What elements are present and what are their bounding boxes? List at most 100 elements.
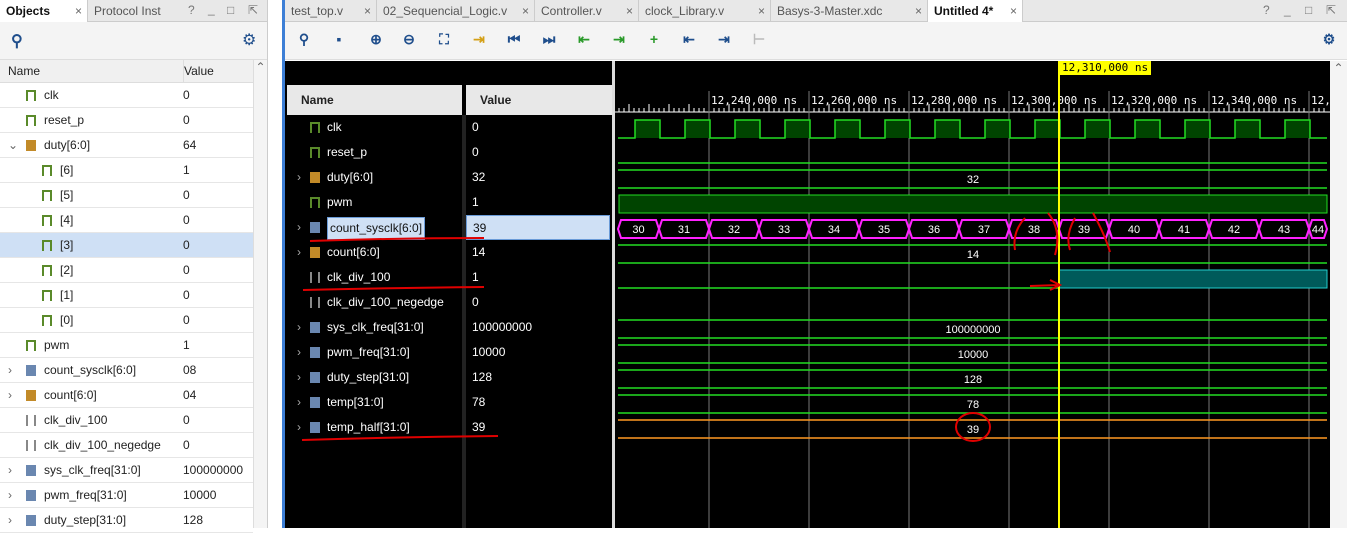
next-transition-icon[interactable]: ⇥: [610, 30, 628, 48]
previous-marker-icon[interactable]: ⇤: [680, 30, 698, 48]
expand-icon[interactable]: ›: [297, 415, 301, 440]
maximize-icon[interactable]: □: [227, 3, 234, 17]
counter-value: 36: [928, 224, 940, 236]
object-row[interactable]: › duty_step[31:0] 128: [0, 508, 253, 533]
float-icon[interactable]: ⇱: [248, 3, 258, 17]
signal-row[interactable]: clk_div_100_negedge: [287, 290, 462, 315]
expand-icon[interactable]: ›: [297, 240, 301, 265]
close-icon[interactable]: ×: [75, 0, 82, 22]
object-row[interactable]: [3] 0: [0, 233, 253, 258]
gear-icon[interactable]: ⚙: [242, 30, 256, 50]
object-row[interactable]: [1] 0: [0, 283, 253, 308]
add-marker-icon[interactable]: +: [645, 30, 663, 48]
expand-icon[interactable]: ›: [297, 215, 301, 240]
signal-row[interactable]: › duty[6:0]: [287, 165, 462, 190]
gear-icon[interactable]: ⚙: [1320, 30, 1338, 48]
expand-icon[interactable]: ›: [297, 315, 301, 340]
object-row[interactable]: clk_div_100 0: [0, 408, 253, 433]
close-icon[interactable]: ×: [626, 0, 633, 22]
zoom-fit-icon[interactable]: ⛶: [435, 30, 453, 48]
next-marker-icon[interactable]: ⇥: [715, 30, 733, 48]
signal-row[interactable]: › count_sysclk[6:0]: [287, 215, 462, 240]
signal-row[interactable]: reset_p: [287, 140, 462, 165]
time-label: 12,260,000 ns: [811, 94, 897, 107]
close-icon[interactable]: ×: [915, 0, 922, 22]
tab-editor[interactable]: Basys-3-Master.xdc ×: [771, 0, 928, 22]
expand-icon[interactable]: ›: [8, 358, 12, 383]
close-icon[interactable]: ×: [758, 0, 765, 22]
scrollbar[interactable]: ⌃: [253, 60, 267, 528]
maximize-icon[interactable]: □: [1305, 3, 1312, 17]
search-icon[interactable]: ⚲: [11, 31, 23, 51]
object-value: 04: [183, 388, 197, 402]
zoom-out-icon[interactable]: ⊖: [400, 30, 418, 48]
counter-value: 44: [1312, 224, 1324, 236]
previous-transition-icon[interactable]: ⇤: [575, 30, 593, 48]
close-icon[interactable]: ×: [1010, 0, 1017, 22]
object-row[interactable]: ⌄ duty[6:0] 64: [0, 133, 253, 158]
tab-editor[interactable]: Controller.v ×: [535, 0, 639, 22]
expand-icon[interactable]: ›: [297, 165, 301, 190]
counter-value: 38: [1028, 224, 1040, 236]
signal-row[interactable]: pwm: [287, 190, 462, 215]
signal-row[interactable]: clk: [287, 115, 462, 140]
object-row[interactable]: › sys_clk_freq[31:0] 100000000: [0, 458, 253, 483]
signal-row[interactable]: › duty_step[31:0]: [287, 365, 462, 390]
float-icon[interactable]: ⇱: [1326, 3, 1336, 17]
go-to-cursor-icon[interactable]: ⇥: [470, 30, 488, 48]
search-icon[interactable]: ⚲: [295, 30, 313, 48]
signal-icon: [310, 172, 320, 183]
object-row[interactable]: › count_sysclk[6:0] 08: [0, 358, 253, 383]
minimize-icon[interactable]: _: [208, 2, 215, 16]
save-icon[interactable]: ▪: [330, 30, 348, 48]
column-value[interactable]: Value: [462, 85, 612, 115]
object-row[interactable]: [4] 0: [0, 208, 253, 233]
signal-row[interactable]: clk_div_100: [287, 265, 462, 290]
column-name[interactable]: Name: [8, 60, 40, 83]
expand-icon[interactable]: ›: [8, 508, 12, 533]
waveform-canvas[interactable]: 12,240,000 ns 12,260,000 ns 12,280,000 ns 1…: [615, 61, 1330, 528]
object-row[interactable]: pwm 1: [0, 333, 253, 358]
expand-icon[interactable]: ›: [8, 383, 12, 408]
help-icon[interactable]: ?: [188, 3, 195, 17]
swap-cursors-icon[interactable]: ⊢: [750, 30, 768, 48]
go-to-end-icon[interactable]: ⏭: [540, 30, 558, 48]
signal-row[interactable]: › temp_half[31:0]: [287, 415, 462, 440]
object-row[interactable]: reset_p 0: [0, 108, 253, 133]
signal-icon: [26, 440, 36, 451]
objects-tabbar: Objects × Protocol Inst ? _ □ ⇱: [0, 0, 267, 22]
close-icon[interactable]: ×: [364, 0, 371, 22]
zoom-in-icon[interactable]: ⊕: [367, 30, 385, 48]
object-row[interactable]: clk 0: [0, 83, 253, 108]
object-row[interactable]: [2] 0: [0, 258, 253, 283]
help-icon[interactable]: ?: [1263, 3, 1270, 17]
go-to-start-icon[interactable]: ⏮: [505, 30, 523, 48]
wave-scrollbar[interactable]: ⌃: [1330, 61, 1347, 528]
column-value[interactable]: Value: [183, 60, 214, 83]
signal-row[interactable]: › pwm_freq[31:0]: [287, 340, 462, 365]
signal-row[interactable]: › sys_clk_freq[31:0]: [287, 315, 462, 340]
expand-icon[interactable]: ›: [8, 483, 12, 508]
expand-icon[interactable]: ›: [297, 365, 301, 390]
object-row[interactable]: clk_div_100_negedge 0: [0, 433, 253, 458]
tab-objects[interactable]: Objects ×: [0, 0, 88, 22]
expand-icon[interactable]: ›: [297, 390, 301, 415]
object-row[interactable]: [0] 0: [0, 308, 253, 333]
tab-editor[interactable]: Untitled 4* ×: [928, 0, 1023, 22]
minimize-icon[interactable]: _: [1284, 3, 1291, 17]
object-row[interactable]: › count[6:0] 04: [0, 383, 253, 408]
object-row[interactable]: [6] 1: [0, 158, 253, 183]
tab-editor[interactable]: 02_Sequencial_Logic.v ×: [377, 0, 535, 22]
object-row[interactable]: › pwm_freq[31:0] 10000: [0, 483, 253, 508]
expand-icon[interactable]: ›: [8, 458, 12, 483]
tab-editor[interactable]: clock_Library.v ×: [639, 0, 771, 22]
expand-icon[interactable]: ›: [297, 340, 301, 365]
close-icon[interactable]: ×: [522, 0, 529, 22]
tab-editor[interactable]: test_top.v ×: [285, 0, 377, 22]
object-row[interactable]: [5] 0: [0, 183, 253, 208]
signal-row[interactable]: › temp[31:0]: [287, 390, 462, 415]
column-name[interactable]: Name: [301, 93, 334, 107]
expand-icon[interactable]: ⌄: [8, 133, 18, 158]
signal-row[interactable]: › count[6:0]: [287, 240, 462, 265]
tab-protocol-inst[interactable]: Protocol Inst: [88, 0, 176, 22]
